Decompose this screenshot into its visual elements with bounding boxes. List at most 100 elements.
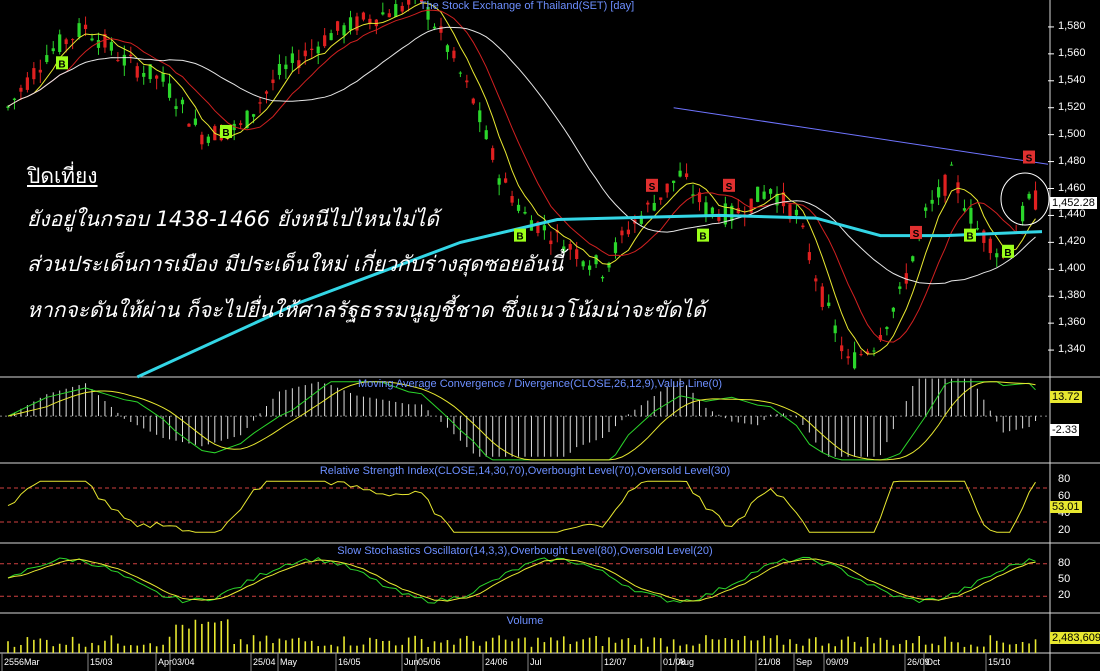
macd-panel-title: Moving Average Convergence / Divergence(…: [357, 378, 723, 390]
candle-body: [348, 17, 353, 31]
date-tick-label: 25/04: [253, 657, 276, 667]
signal-label: B: [222, 128, 229, 139]
candle-body: [1021, 205, 1025, 222]
candle-body: [549, 240, 553, 245]
date-tick-label: May: [280, 657, 298, 667]
date-tick-label: Jul: [530, 657, 542, 667]
chart-stage: B B B B B B S S S S The Stock Exchange of Thailan…: [0, 0, 1100, 671]
rsi-line: [7, 480, 1036, 533]
candle-body: [264, 91, 269, 94]
candle-body: [988, 238, 992, 254]
candle-body: [794, 209, 799, 216]
candle-body: [323, 35, 327, 47]
candle-body: [381, 12, 385, 15]
candle-body: [407, 0, 411, 5]
signal-label: S: [1026, 154, 1033, 165]
price-tick-label: 1,440: [1058, 208, 1086, 221]
stoch-tick-label: 20: [1058, 589, 1071, 602]
volume-panel-title: Volume: [506, 615, 544, 627]
candle-body: [924, 207, 928, 211]
candle-body: [6, 106, 10, 108]
price-tick-label: 1,360: [1058, 316, 1086, 329]
candle-body: [969, 207, 973, 224]
date-tick-label: 16/05: [338, 657, 361, 667]
note-line-2: ส่วนประเด็นการเมือง มีประเด็นใหม่ เกี่ยว…: [27, 252, 564, 276]
candle-body: [497, 178, 501, 185]
signal-label: B: [58, 59, 65, 70]
candle-body: [193, 118, 198, 125]
candle-body: [316, 46, 320, 54]
candle-body: [516, 204, 521, 211]
candle-body: [116, 60, 120, 62]
candle-body: [329, 33, 333, 41]
signal-label: S: [649, 182, 656, 193]
resistance-trendline: [673, 107, 1049, 165]
candle-body: [478, 110, 482, 123]
macd-signal-badge: -2.33: [1050, 424, 1080, 436]
candle-body: [432, 26, 437, 29]
rsi-tick-label: 80: [1058, 472, 1071, 485]
candle-body: [45, 55, 49, 63]
candle-body: [1033, 190, 1038, 210]
candle-body: [12, 98, 17, 100]
candle-body: [820, 286, 824, 307]
date-tick-label: 24/06: [485, 657, 508, 667]
candle-body: [484, 130, 488, 140]
date-tick-label: Sep: [796, 657, 813, 667]
candle-body: [756, 186, 760, 202]
candle-body: [613, 242, 618, 254]
candle-body: [271, 79, 275, 84]
stoch-panel-title: Slow Stochastics Oscillator(14,3,3),Over…: [337, 545, 713, 557]
signal-label: B: [516, 232, 523, 243]
candle-body: [807, 252, 811, 261]
date-tick-label: 2556Mar: [4, 657, 40, 667]
signal-label: S: [913, 229, 920, 240]
candle-body: [846, 356, 850, 359]
candle-body: [943, 174, 947, 196]
price-tick-label: 1,560: [1058, 46, 1086, 59]
macd-line: [7, 381, 1036, 461]
price-tick-label: 1,520: [1058, 100, 1086, 113]
candle-body: [827, 302, 831, 306]
rsi-panel-title: Relative Strength Index(CLOSE,14,30,70),…: [319, 465, 731, 477]
candle-body: [840, 345, 844, 352]
candle-body: [833, 325, 837, 334]
candle-body: [400, 5, 404, 12]
candle-body: [71, 39, 75, 41]
candle-body: [439, 26, 443, 33]
candle-body: [885, 327, 889, 330]
candle-body: [38, 69, 42, 73]
rsi-tick-label: 60: [1058, 489, 1071, 502]
candle-body: [762, 191, 766, 199]
candle-body: [206, 136, 210, 143]
candle-body: [64, 39, 68, 45]
candle-body: [542, 225, 546, 231]
candle-body: [19, 87, 23, 92]
price-tick-label: 1,480: [1058, 154, 1086, 167]
candle-body: [575, 249, 579, 260]
date-tick-label: 15/10: [988, 657, 1011, 667]
date-tick-label: Oct: [926, 657, 941, 667]
candle-body: [898, 286, 902, 289]
candle-body: [310, 48, 314, 51]
candle-body: [122, 54, 126, 66]
candle-body: [342, 25, 346, 36]
date-tick-label: Apr: [158, 657, 173, 667]
candle-body: [77, 23, 81, 38]
candle-body: [626, 229, 630, 235]
candle-body: [303, 50, 307, 57]
candle-body: [258, 102, 262, 104]
note-heading: ปิดเที่ยง: [27, 164, 98, 188]
candle-body: [161, 72, 165, 82]
candle-body: [872, 350, 876, 352]
rsi-tick-label: 20: [1058, 523, 1071, 536]
candle-body: [394, 4, 398, 18]
price-chart-title: The Stock Exchange of Thailand(SET) [day…: [419, 0, 635, 12]
candle-body: [51, 48, 55, 52]
highlight-circle: [1000, 172, 1050, 226]
date-tick-label: 05/06: [418, 657, 441, 667]
candle-body: [504, 178, 508, 183]
price-tick-label: 1,540: [1058, 73, 1086, 86]
note-line-3: หากจะดันให้ผ่าน ก็จะไปยื่นให้ศาลรัฐธรรมน…: [27, 298, 706, 322]
candle-body: [523, 211, 527, 214]
